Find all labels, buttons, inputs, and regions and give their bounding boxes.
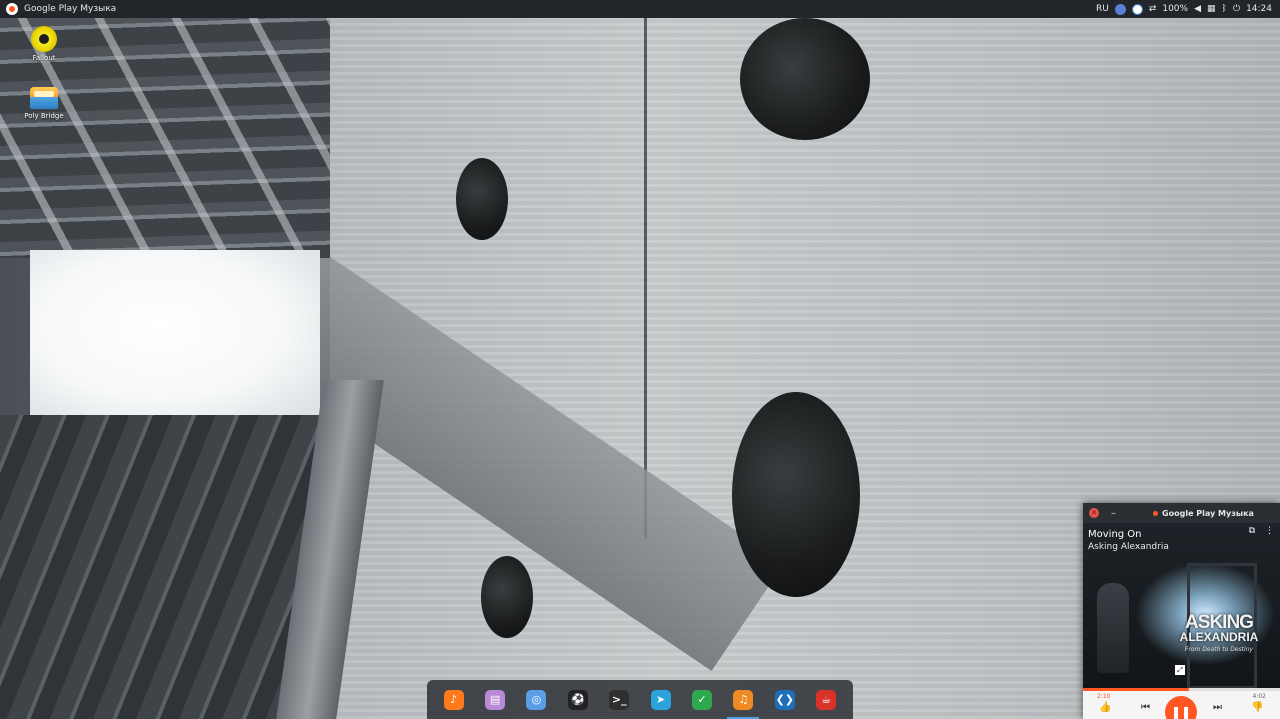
bolt: [732, 392, 860, 597]
dock: ♪ ▤ ◎ ⚽ >_ ➤ ✓ ♫ ❮❯ ☕: [427, 680, 853, 719]
keyboard-layout-indicator[interactable]: RU: [1096, 4, 1109, 14]
dock-item-google-play-music[interactable]: ♪: [443, 689, 464, 710]
band-logo: ASKING ALEXANDRIA: [1179, 612, 1259, 644]
bolt: [740, 18, 870, 140]
playback-bar: 2:10 4:02 👍 ⏮ ❚❚ ⏭ 👎: [1083, 688, 1280, 719]
thumbs-up-icon[interactable]: 👍: [1099, 703, 1111, 713]
track-info: Moving On Asking Alexandria: [1088, 529, 1169, 552]
dock-item-vscode[interactable]: ❮❯: [774, 689, 795, 710]
tunnel-light: [30, 250, 320, 420]
time-current: 2:10: [1097, 693, 1111, 700]
album-title: From Death to Destiny: [1184, 646, 1254, 653]
desktop-icon-label: Fallout: [32, 54, 56, 62]
desktop-icon-fallout[interactable]: Fallout: [14, 26, 74, 62]
app-indicator-icon[interactable]: [1114, 3, 1126, 15]
next-icon[interactable]: ⏭: [1213, 703, 1222, 713]
terminal-icon: >_: [611, 693, 627, 706]
wall-seam: [644, 18, 647, 538]
soccer-app-icon: ⚽: [571, 693, 585, 706]
chat-icon[interactable]: [1131, 3, 1143, 15]
bolt: [481, 556, 533, 638]
thumbs-down-icon[interactable]: 👎: [1251, 703, 1263, 713]
vscode-icon: ❮❯: [775, 693, 795, 706]
pause-button[interactable]: ❚❚: [1165, 696, 1197, 719]
battery-level[interactable]: 100%: [1162, 4, 1188, 14]
telegram-icon: ➤: [656, 693, 666, 706]
bridge-icon: [30, 87, 58, 109]
google-play-music-icon[interactable]: [6, 3, 18, 15]
player-top-actions: ⧉ ⋮: [1249, 526, 1274, 536]
music-player-window: ✕ – Google Play Музыка ASKING ALEXANDRIA…: [1083, 503, 1280, 719]
close-icon[interactable]: ✕: [1089, 508, 1099, 518]
fallout-icon: [31, 26, 57, 52]
dock-item-files[interactable]: ▤: [485, 689, 506, 710]
track-title: Moving On: [1088, 529, 1142, 540]
dock-item-vpn-shield[interactable]: ✓: [692, 689, 713, 710]
headphones-icon: ♫: [738, 693, 749, 706]
browser-icon: ◎: [531, 693, 542, 706]
previous-icon[interactable]: ⏮: [1141, 703, 1150, 713]
time-total: 4:02: [1252, 693, 1266, 700]
top-panel: Google Play Музыка RU ⇄ 100% ◀ ▦ ᛒ ⏻ 14:…: [0, 0, 1280, 18]
dock-item-java[interactable]: ☕: [816, 689, 837, 710]
expand-icon[interactable]: ⤢: [1175, 665, 1185, 675]
dock-item-telegram[interactable]: ➤: [650, 689, 671, 710]
desktop-icon-label: Poly Bridge: [24, 112, 64, 120]
active-app-title[interactable]: Google Play Музыка: [24, 4, 116, 14]
dock-item-browser[interactable]: ◎: [526, 689, 547, 710]
dock-item-headphones[interactable]: ♫: [727, 689, 760, 719]
progress-fill: [1083, 688, 1189, 691]
files-icon: ▤: [489, 693, 501, 706]
volume-icon[interactable]: ◀: [1194, 4, 1201, 14]
clipboard-icon[interactable]: ▦: [1207, 4, 1216, 14]
bluetooth-icon[interactable]: ᛒ: [1222, 4, 1227, 14]
desktop-icon-poly-bridge[interactable]: Poly Bridge: [14, 87, 74, 120]
bridge-floor: [0, 415, 320, 719]
window-titlebar[interactable]: ✕ – Google Play Музыка: [1083, 503, 1280, 523]
google-play-music-icon: ♪: [450, 693, 458, 706]
dock-item-soccer-app[interactable]: ⚽: [567, 689, 588, 710]
power-icon[interactable]: ⏻: [1233, 4, 1240, 14]
cast-icon[interactable]: ⧉: [1249, 526, 1255, 536]
bolt: [456, 158, 508, 240]
link-icon[interactable]: ⇄: [1149, 4, 1157, 14]
window-title: Google Play Музыка: [1133, 509, 1274, 518]
track-artist: Asking Alexandria: [1088, 542, 1169, 552]
more-options-icon[interactable]: ⋮: [1265, 526, 1274, 536]
progress-track[interactable]: [1083, 688, 1280, 691]
vpn-shield-icon: ✓: [697, 693, 707, 706]
clock[interactable]: 14:24: [1246, 4, 1272, 14]
album-art-figure: [1097, 583, 1129, 673]
java-icon: ☕: [821, 693, 832, 706]
dock-item-terminal[interactable]: >_: [609, 689, 630, 710]
minimize-icon[interactable]: –: [1111, 508, 1116, 519]
